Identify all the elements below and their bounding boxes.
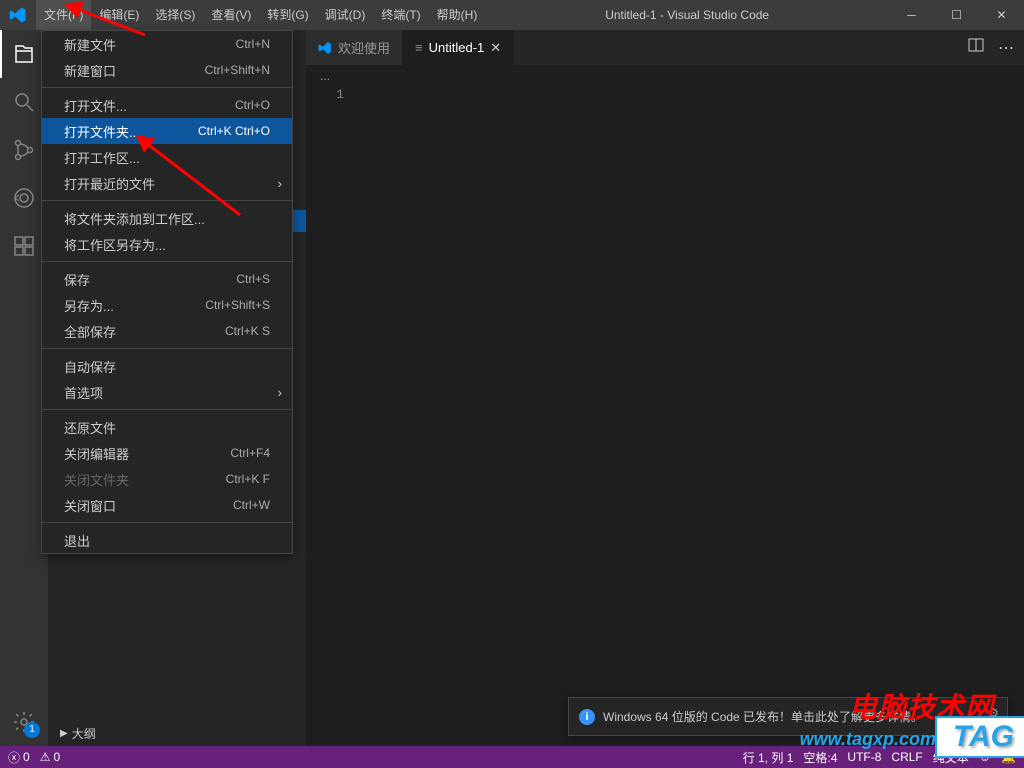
editor-area: 欢迎使用 ≡ Untitled-1 ✕ ⋯ ... <box>306 30 1024 746</box>
menu-revert[interactable]: 还原文件 <box>42 414 292 440</box>
minimize-button[interactable]: ─ <box>889 0 934 30</box>
tab-label: Untitled-1 <box>429 40 485 55</box>
warning-icon: ⚠ <box>40 750 51 764</box>
menu-help[interactable]: 帮助(H) <box>429 0 486 30</box>
menu-new-file[interactable]: 新建文件Ctrl+N <box>42 31 292 57</box>
menu-save-as[interactable]: 另存为...Ctrl+Shift+S <box>42 292 292 318</box>
watermark-tag: TAG <box>935 716 1024 758</box>
tab-label: 欢迎使用 <box>338 38 390 57</box>
menu-preferences[interactable]: 首选项› <box>42 379 292 405</box>
status-eol[interactable]: CRLF <box>891 750 922 764</box>
editor-tabs: 欢迎使用 ≡ Untitled-1 ✕ ⋯ <box>306 30 1024 65</box>
settings-badge: 1 <box>24 722 40 738</box>
outline-section[interactable]: ▶ 大纲 <box>60 725 96 742</box>
menu-new-window[interactable]: 新建窗口Ctrl+Shift+N <box>42 57 292 83</box>
tab-untitled[interactable]: ≡ Untitled-1 ✕ <box>403 30 514 65</box>
menu-file[interactable]: 文件(F) <box>36 0 91 30</box>
menu-close-folder: 关闭文件夹Ctrl+K F <box>42 466 292 492</box>
vscode-logo-icon <box>0 6 36 24</box>
status-warnings[interactable]: ⚠0 <box>40 750 60 764</box>
menu-terminal[interactable]: 终端(T) <box>373 0 428 30</box>
breadcrumb[interactable]: ... <box>306 65 1024 87</box>
window-title: Untitled-1 - Visual Studio Code <box>485 8 889 22</box>
menu-close-window[interactable]: 关闭窗口Ctrl+W <box>42 492 292 518</box>
menu-open-workspace[interactable]: 打开工作区... <box>42 144 292 170</box>
menu-selection[interactable]: 选择(S) <box>147 0 203 30</box>
file-icon: ≡ <box>415 40 423 55</box>
maximize-button[interactable]: ☐ <box>934 0 979 30</box>
menu-go[interactable]: 转到(G) <box>259 0 316 30</box>
status-bar: ⓧ0 ⚠0 行 1, 列 1 空格:4 UTF-8 CRLF 纯文本 ☺ 🔔 <box>0 746 1024 768</box>
menu-debug[interactable]: 调试(D) <box>317 0 374 30</box>
title-bar: 文件(F) 编辑(E) 选择(S) 查看(V) 转到(G) 调试(D) 终端(T… <box>0 0 1024 30</box>
menu-save[interactable]: 保存Ctrl+S <box>42 266 292 292</box>
close-button[interactable]: ✕ <box>979 0 1024 30</box>
menu-exit[interactable]: 退出 <box>42 527 292 553</box>
tab-close-icon[interactable]: ✕ <box>490 40 501 56</box>
menu-open-file[interactable]: 打开文件...Ctrl+O <box>42 92 292 118</box>
menu-auto-save[interactable]: 自动保存 <box>42 353 292 379</box>
error-icon: ⓧ <box>8 749 20 766</box>
file-menu-dropdown: 新建文件Ctrl+N 新建窗口Ctrl+Shift+N 打开文件...Ctrl+… <box>41 30 293 554</box>
menu-edit[interactable]: 编辑(E) <box>91 0 147 30</box>
menu-save-all[interactable]: 全部保存Ctrl+K S <box>42 318 292 344</box>
menu-close-editor[interactable]: 关闭编辑器Ctrl+F4 <box>42 440 292 466</box>
menu-open-recent[interactable]: 打开最近的文件› <box>42 170 292 196</box>
activity-settings-icon[interactable]: 1 <box>0 698 48 746</box>
tab-welcome[interactable]: 欢迎使用 <box>306 30 403 65</box>
status-ln-col[interactable]: 行 1, 列 1 <box>743 749 794 766</box>
notification-text: Windows 64 位版的 Code 已发布！单击此处了解更多详情。 <box>603 708 923 725</box>
outline-label: 大纲 <box>72 725 96 742</box>
split-editor-icon[interactable] <box>968 37 984 58</box>
status-encoding[interactable]: UTF-8 <box>847 750 881 764</box>
chevron-right-icon: › <box>278 176 282 191</box>
more-actions-icon[interactable]: ⋯ <box>998 38 1014 58</box>
status-errors[interactable]: ⓧ0 <box>8 749 30 766</box>
menu-add-folder[interactable]: 将文件夹添加到工作区... <box>42 205 292 231</box>
chevron-right-icon: › <box>278 385 282 400</box>
chevron-right-icon: ▶ <box>60 728 68 739</box>
info-icon: i <box>579 709 595 725</box>
menu-open-folder[interactable]: 打开文件夹...Ctrl+K Ctrl+O <box>42 118 292 144</box>
menu-view[interactable]: 查看(V) <box>203 0 259 30</box>
menu-bar: 文件(F) 编辑(E) 选择(S) 查看(V) 转到(G) 调试(D) 终端(T… <box>36 0 485 30</box>
menu-save-workspace-as[interactable]: 将工作区另存为... <box>42 231 292 257</box>
status-spaces[interactable]: 空格:4 <box>803 749 837 766</box>
line-number: 1 <box>306 87 360 102</box>
